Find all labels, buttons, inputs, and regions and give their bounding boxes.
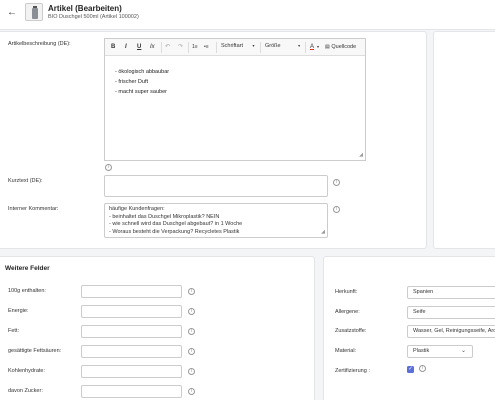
toolbar-divider (161, 42, 162, 53)
description-editor[interactable]: B I U Ix ↶ ↷ 1≡ •≡ Schriftart ▾ Größe ▾ … (104, 38, 366, 161)
checkmark-icon: ✓ (408, 366, 413, 372)
underline-button[interactable]: U (137, 43, 141, 51)
redo-button[interactable]: ↷ (178, 43, 183, 51)
short-text-input[interactable] (104, 175, 328, 197)
material-select-value: Plastik (413, 348, 430, 354)
info-icon[interactable]: i (188, 288, 195, 295)
field-label: Fett: (8, 328, 20, 334)
info-icon[interactable]: i (105, 164, 112, 171)
description-label: Artikelbeschreibung (DE): (8, 41, 71, 47)
field-label: 100g enthalten: (8, 288, 46, 294)
internal-comment-label: Interner Kommentar: (8, 206, 59, 212)
italic-button[interactable]: I (125, 43, 127, 51)
toolbar-divider (188, 42, 189, 53)
info-icon[interactable]: i (188, 328, 195, 335)
ordered-list-button[interactable]: 1≡ (192, 43, 198, 51)
field-input[interactable] (81, 305, 182, 318)
size-dropdown-label: Größe (265, 43, 281, 49)
bottle-shape (32, 8, 38, 19)
field-label: Kohlenhydrate: (8, 368, 45, 374)
field-label: gesättigte Fettsäuren: (8, 348, 62, 354)
info-icon[interactable]: i (188, 368, 195, 375)
allergens-input[interactable]: Seife (407, 306, 495, 319)
field-label: davon Zucker: (8, 388, 43, 394)
bullet-list-button[interactable]: •≡ (204, 43, 209, 51)
info-icon[interactable]: i (333, 206, 340, 213)
font-dropdown[interactable]: Schriftart ▾ (221, 43, 255, 49)
field-input[interactable] (81, 325, 182, 338)
field-input[interactable] (81, 385, 182, 398)
section-title: Weitere Felder (5, 265, 50, 272)
certification-label: Zertifizierung : (335, 368, 370, 374)
material-select[interactable]: Plastik ⌄ (407, 345, 473, 358)
toolbar-divider (260, 42, 261, 53)
chevron-down-icon: ▾ (252, 43, 255, 48)
info-icon[interactable]: i (333, 179, 340, 186)
font-dropdown-label: Schriftart (221, 43, 244, 49)
additives-label: Zusatzstoffe: (335, 328, 367, 334)
material-label: Material: (335, 348, 357, 354)
field-input[interactable] (81, 365, 182, 378)
info-icon[interactable]: i (188, 388, 195, 395)
short-text-label: Kurztext (DE): (8, 178, 43, 184)
editor-line: - ökologisch abbaubar (115, 69, 170, 75)
comment-line: häufige Kundenfragen: (109, 206, 165, 212)
resize-handle-icon[interactable]: ◢ (321, 229, 325, 235)
internal-comment-input[interactable]: häufige Kundenfragen: - beinhaltet das D… (104, 203, 328, 238)
product-thumbnail (25, 3, 43, 21)
chevron-down-icon[interactable]: ▾ (317, 43, 319, 51)
toolbar-divider (216, 42, 217, 53)
allergens-label: Allergene: (335, 309, 360, 315)
back-arrow-icon[interactable]: ← (7, 8, 17, 18)
source-code-icon: ▤ (325, 44, 330, 50)
toolbar-divider (305, 42, 306, 53)
origin-input[interactable]: Spanien (407, 286, 495, 299)
size-dropdown[interactable]: Größe ▾ (265, 43, 300, 49)
field-label: Energie: (8, 308, 29, 314)
editor-line: - macht super sauber (115, 89, 167, 95)
field-input[interactable] (81, 285, 182, 298)
comment-line: - beinhaltet das Duschgel Mikroplastik? … (109, 213, 220, 220)
page-title: Artikel (Bearbeiten) (48, 4, 122, 13)
comment-line: - wie schnell wird das Duschgel abgebaut… (109, 221, 243, 227)
bold-button[interactable]: B (111, 43, 115, 51)
text-color-button[interactable]: A (310, 43, 314, 51)
source-code-button[interactable]: ▤ Quellcode (325, 43, 356, 51)
page-subtitle: BIO Duschgel 500ml (Artikel 100002) (48, 14, 139, 20)
info-icon[interactable]: i (188, 308, 195, 315)
chevron-down-icon: ⌄ (460, 348, 466, 354)
chevron-down-icon: ▾ (298, 43, 301, 48)
info-icon[interactable]: i (419, 365, 426, 372)
clear-format-button[interactable]: Ix (150, 43, 155, 51)
origin-label: Herkunft: (335, 289, 358, 295)
field-input[interactable] (81, 345, 182, 358)
additives-input[interactable]: Wasser, Gel, Reinigungsseife, Aroma (407, 325, 495, 338)
editor-content[interactable]: - ökologisch abbaubar - frischer Duft - … (115, 67, 355, 97)
undo-button[interactable]: ↶ (165, 43, 170, 51)
source-code-label: Quellcode (331, 44, 357, 50)
side-card (433, 31, 495, 249)
editor-toolbar: B I U Ix ↶ ↷ 1≡ •≡ Schriftart ▾ Größe ▾ … (105, 39, 365, 56)
info-icon[interactable]: i (188, 348, 195, 355)
page-header: ← Artikel (Bearbeiten) BIO Duschgel 500m… (0, 0, 495, 30)
certification-checkbox[interactable]: ✓ (407, 366, 414, 373)
editor-line: - frischer Duft (115, 79, 149, 85)
comment-line: - Woraus besteht die Verpackung? Recycle… (109, 228, 240, 235)
resize-handle-icon[interactable]: ◢ (359, 152, 363, 158)
